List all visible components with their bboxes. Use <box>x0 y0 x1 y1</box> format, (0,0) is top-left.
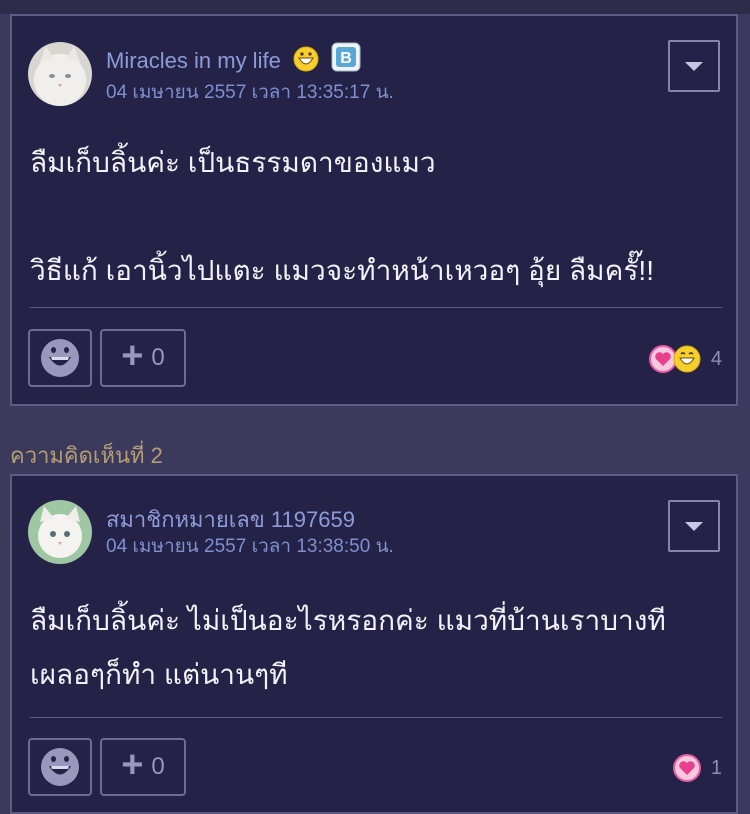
top-strip <box>0 0 750 14</box>
comment-number-label: ความคิดเห็นที่ 2 <box>10 443 163 468</box>
comment-line <box>30 190 718 244</box>
username-text[interactable]: Miracles in my life <box>106 48 281 73</box>
dropdown-arrow-icon <box>685 521 703 531</box>
divider <box>30 307 722 308</box>
comment-menu-button[interactable] <box>668 40 720 92</box>
username[interactable]: Miracles in my life B <box>106 42 361 78</box>
divider <box>30 717 722 718</box>
comment-line: วิธีแก้ เอานิ้วไปแตะ แมวจะทำหน้าเหวอๆ อุ… <box>30 255 654 286</box>
username-text[interactable]: สมาชิกหมายเลข 1197659 <box>106 507 355 532</box>
plus-vote-button[interactable]: + 0 <box>100 329 186 387</box>
comment-body: ลืมเก็บลิ้นค่ะ เป็นธรรมดาของแมว วิธีแก้ … <box>30 136 718 298</box>
smiley-icon <box>41 339 79 377</box>
emoji-reaction-button[interactable] <box>28 738 92 796</box>
reaction-count: 4 <box>710 347 722 370</box>
reaction-summary[interactable]: 1 <box>672 754 722 782</box>
smiley-icon <box>41 748 79 786</box>
comment-card-2: สมาชิกหมายเลข 1197659 04 เมษายน 2557 เวล… <box>10 474 738 814</box>
reaction-count: 1 <box>710 756 722 779</box>
comment-line: ลืมเก็บลิ้นค่ะ ไม่เป็นอะไรหรอกค่ะ แมวที่… <box>30 605 666 636</box>
svg-text:B: B <box>340 50 352 67</box>
plus-count: 0 <box>151 344 165 371</box>
comment-timestamp: 04 เมษายน 2557 เวลา 13:35:17 น. <box>106 82 394 103</box>
plus-icon: + <box>121 744 144 786</box>
plus-icon: + <box>121 335 144 377</box>
comment-line: เผลอๆก็ทำ แต่นานๆที <box>30 659 288 690</box>
avatar[interactable] <box>28 42 92 106</box>
plus-vote-button[interactable]: + 0 <box>100 738 186 796</box>
grin-icon <box>673 345 701 373</box>
avatar[interactable] <box>28 500 92 564</box>
blogger-badge-icon: B <box>331 42 361 78</box>
plus-count: 0 <box>151 753 165 780</box>
comment-timestamp: 04 เมษายน 2557 เวลา 13:38:50 น. <box>106 536 394 557</box>
comment-menu-button[interactable] <box>668 500 720 552</box>
heart-icon <box>672 754 701 782</box>
comment-card-1: Miracles in my life B 04 เมษายน 2557 เวล… <box>10 14 738 406</box>
comment-body: ลืมเก็บลิ้นค่ะ ไม่เป็นอะไรหรอกค่ะ แมวที่… <box>30 594 718 702</box>
grin-emoji-icon <box>293 46 319 78</box>
comment-line: ลืมเก็บลิ้นค่ะ เป็นธรรมดาของแมว <box>30 147 436 178</box>
reaction-summary[interactable]: 4 <box>648 345 722 373</box>
dropdown-arrow-icon <box>685 61 703 71</box>
emoji-reaction-button[interactable] <box>28 329 92 387</box>
